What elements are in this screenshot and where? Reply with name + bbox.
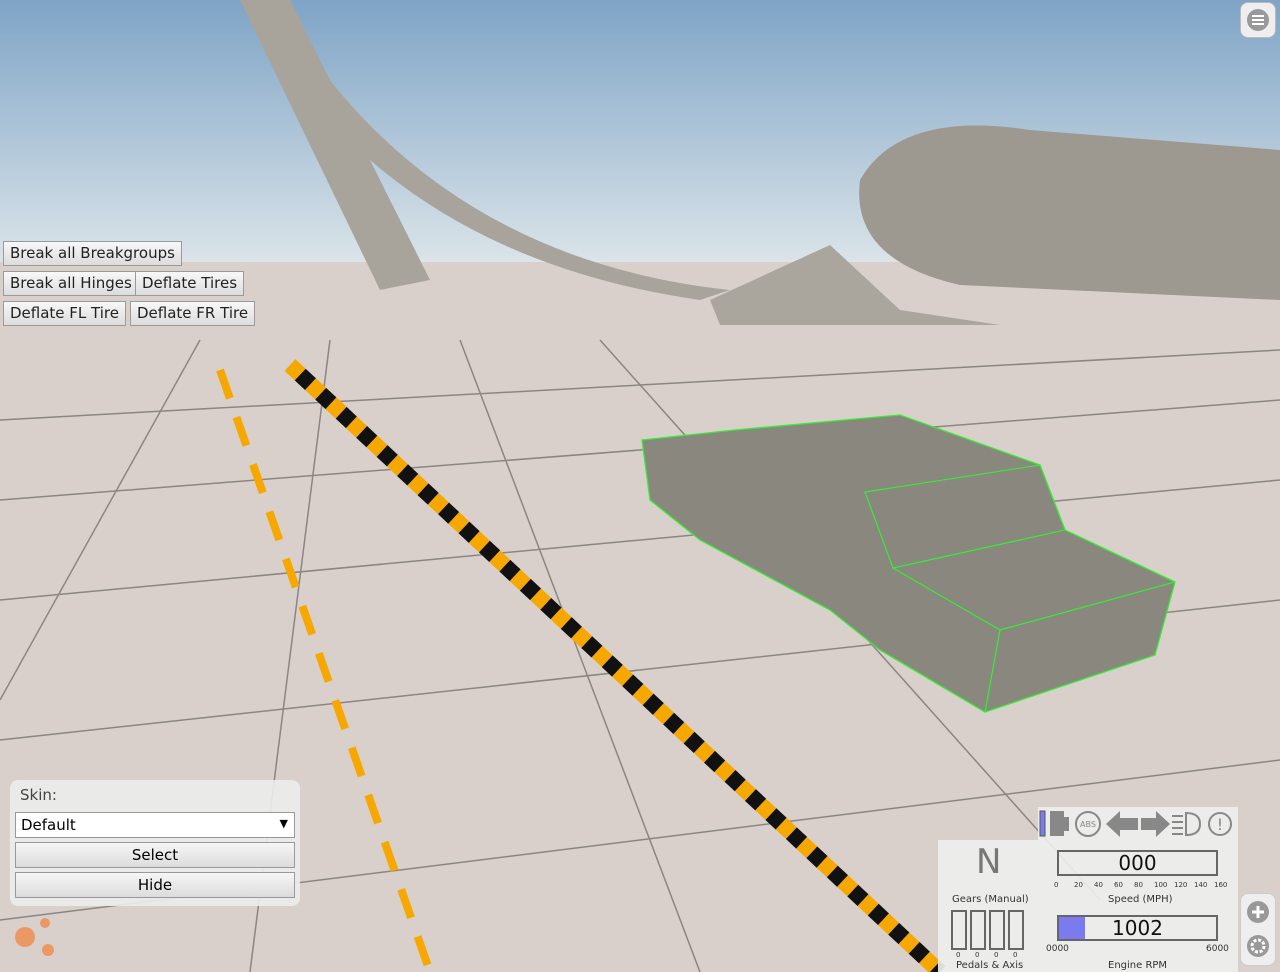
- vehicle-dashboard: N Gears (Manual) 0 0 0 0 Pedals & Axis 0…: [938, 840, 1238, 972]
- brake-warning-icon: !: [1208, 812, 1232, 836]
- rpm-max: 6000: [1206, 944, 1229, 954]
- skin-selected-value: Default: [21, 816, 76, 834]
- speed-tick-label: 20: [1074, 881, 1083, 889]
- pedal-value: 0: [975, 951, 980, 959]
- rpm-label: Engine RPM: [1108, 960, 1168, 971]
- fuel-icon: [1050, 811, 1069, 836]
- speed-display: 000: [1057, 850, 1218, 876]
- break-all-breakgroups-button[interactable]: Break all Breakgroups: [3, 241, 182, 266]
- rpm-min: 0000: [1046, 944, 1069, 954]
- pedal-value: 0: [994, 951, 999, 959]
- speed-tick-label: 80: [1134, 881, 1143, 889]
- menu-button[interactable]: [1240, 2, 1276, 38]
- deflate-fl-tire-button[interactable]: Deflate FL Tire: [3, 301, 126, 326]
- pedal-value: 0: [956, 951, 961, 959]
- gear-indicator: N: [976, 842, 1002, 882]
- svg-text:ABS: ABS: [1080, 820, 1096, 829]
- speed-tick-label: 160: [1214, 881, 1228, 889]
- speed-tick-label: 60: [1114, 881, 1123, 889]
- rpm-bar: 1002: [1057, 915, 1218, 941]
- pedals-label: Pedals & Axis: [956, 960, 1024, 971]
- speed-tick-label: 0: [1054, 881, 1059, 889]
- speed-label: Speed (MPH): [1108, 894, 1173, 905]
- skin-panel: Skin: Default ▼ Select Hide: [10, 780, 300, 906]
- headlight-icon: [1172, 811, 1202, 837]
- speed-tick-label: 140: [1194, 881, 1208, 889]
- speed-tick-label: 40: [1094, 881, 1103, 889]
- svg-text:!: !: [1217, 815, 1223, 834]
- fuel-gauge: [1039, 810, 1046, 837]
- pedal-value: 0: [1013, 951, 1018, 959]
- speed-ticks: 0 20 40 60 80 100 120 140 160: [1054, 878, 1227, 890]
- dash-indicator-bar: ABS !: [1038, 807, 1238, 840]
- deflate-tires-button[interactable]: Deflate Tires: [135, 271, 245, 296]
- abs-icon: ABS: [1075, 811, 1101, 837]
- select-button[interactable]: Select: [15, 842, 295, 868]
- add-icon[interactable]: [1241, 894, 1275, 928]
- side-button-group: [1240, 893, 1276, 966]
- speed-tick-label: 120: [1174, 881, 1188, 889]
- rpm-value: 1002: [1112, 916, 1163, 940]
- gears-label: Gears (Manual): [952, 894, 1029, 905]
- chevron-down-icon: ▼: [279, 817, 288, 830]
- speed-tick-label: 100: [1154, 881, 1168, 889]
- left-signal-icon: [1106, 811, 1138, 837]
- break-all-hinges-button[interactable]: Break all Hinges: [3, 271, 139, 296]
- menu-icon: [1247, 9, 1269, 31]
- gear-icon[interactable]: [1241, 928, 1275, 964]
- deflate-fr-tire-button[interactable]: Deflate FR Tire: [130, 301, 256, 326]
- skin-label: Skin:: [20, 786, 57, 804]
- hide-button[interactable]: Hide: [15, 872, 295, 898]
- skin-select[interactable]: Default ▼: [15, 812, 295, 838]
- right-signal-icon: [1141, 811, 1170, 837]
